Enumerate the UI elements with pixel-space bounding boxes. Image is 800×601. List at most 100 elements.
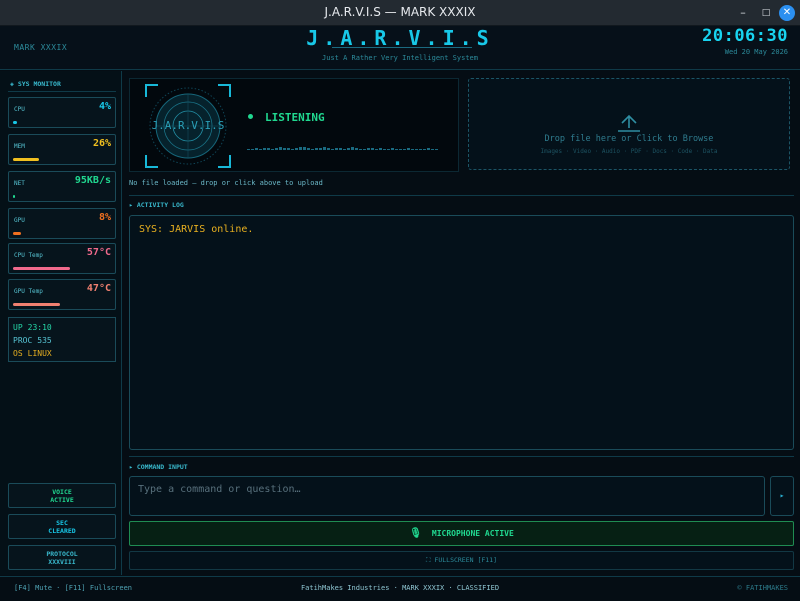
- button-line: ACTIVE: [50, 496, 74, 504]
- waveform-bar: [331, 149, 334, 150]
- metric-bar: [13, 195, 15, 198]
- waveform-bar: [327, 148, 330, 150]
- waveform-bar: [379, 148, 382, 150]
- metric-bar: [13, 267, 70, 270]
- send-button[interactable]: ▸: [770, 476, 794, 516]
- metric-label: MEM: [14, 143, 25, 150]
- activity-log-heading: ▸ ACTIVITY LOG: [129, 201, 184, 209]
- waveform-bar: [435, 149, 438, 150]
- waveform-bar: [287, 148, 290, 150]
- waveform-bar: [263, 148, 266, 150]
- waveform-bar: [259, 149, 262, 150]
- metric-bar: [13, 303, 60, 306]
- waveform-bar: [427, 148, 430, 150]
- listening-status: LISTENING: [248, 111, 325, 124]
- metric-value: 8%: [98, 212, 111, 223]
- waveform-bar: [283, 148, 286, 150]
- button-line: VOICE: [52, 488, 72, 496]
- app-header: MARK XXXIX J.A.R.V.I.S Just A Rather Ver…: [0, 26, 800, 70]
- footer: [F4] Mute · [F11] Fullscreen FatihMakes …: [0, 576, 800, 601]
- command-input-heading: ▸ COMMAND INPUT: [129, 463, 188, 471]
- waveform-bar: [275, 148, 278, 150]
- title-underline: [332, 47, 472, 48]
- waveform-bar: [303, 147, 306, 150]
- metric-label: GPU Temp: [14, 288, 43, 295]
- fullscreen-button[interactable]: ⛶ FULLSCREEN [F11]: [129, 551, 794, 570]
- metric-value: 26%: [92, 138, 111, 149]
- microphone-label: MICROPHONE ACTIVE: [431, 529, 514, 538]
- waveform-bar: [367, 148, 370, 150]
- button-line: CLEARED: [48, 527, 76, 535]
- activity-log[interactable]: SYS: JARVIS online.: [129, 215, 794, 450]
- proc-label: PROC: [13, 336, 33, 345]
- voice-active-button[interactable]: VOICE ACTIVE: [8, 483, 116, 508]
- upload-icon: [618, 114, 640, 132]
- protocol-button[interactable]: PROTOCOL XXXVIII: [8, 545, 116, 570]
- divider: [129, 195, 794, 196]
- os-value: LINUX: [27, 349, 52, 358]
- file-dropzone[interactable]: Drop file here or Click to Browse Images…: [468, 78, 790, 170]
- waveform-bar: [279, 147, 282, 150]
- microphone-icon: 🎙: [409, 528, 422, 539]
- sec-cleared-button[interactable]: SEC CLEARED: [8, 514, 116, 539]
- waveform-bar: [255, 148, 258, 150]
- metric-value: 57°C: [86, 247, 111, 258]
- button-line: SEC: [56, 519, 68, 527]
- status-text: LISTENING: [265, 111, 325, 124]
- window-titlebar: J.A.R.V.I.S — MARK XXXIX – □ ✕: [0, 0, 800, 26]
- waveform-bar: [271, 149, 274, 150]
- metric-label: NET: [14, 180, 25, 187]
- waveform-bar: [251, 149, 254, 150]
- arc-reactor-icon: J.A.R.V.I.S: [145, 84, 231, 168]
- waveform-bar: [247, 149, 250, 150]
- divider: [8, 91, 116, 92]
- metric-card-mem: MEM 26%: [8, 134, 116, 165]
- metric-label: CPU Temp: [14, 252, 43, 259]
- button-line: XXXVIII: [48, 558, 76, 566]
- footer-copyright: © FATIHMAKES: [737, 584, 788, 592]
- dropzone-text: Drop file here or Click to Browse: [544, 134, 714, 144]
- waveform-bar: [359, 149, 362, 150]
- footer-company: FatihMakes Industries · MARK XXXIX · CLA…: [300, 584, 500, 592]
- waveform-bar: [307, 148, 310, 150]
- metric-bar: [13, 121, 17, 124]
- waveform-bar: [339, 148, 342, 150]
- close-button[interactable]: ✕: [779, 5, 795, 21]
- waveform-bar: [415, 149, 418, 150]
- os-label: OS: [13, 349, 23, 358]
- maximize-button[interactable]: □: [758, 5, 774, 21]
- command-input[interactable]: [129, 476, 765, 516]
- waveform-bar: [387, 149, 390, 150]
- waveform-bar: [299, 147, 302, 150]
- log-entry: SYS: JARVIS online.: [139, 224, 254, 235]
- metric-card-net: NET 95KB/s: [8, 171, 116, 202]
- waveform-bar: [335, 148, 338, 150]
- metric-bar: [13, 158, 39, 161]
- sys-monitor-heading: ◈ SYS MONITOR: [10, 80, 61, 88]
- metric-card-cpu: CPU 4%: [8, 97, 116, 128]
- waveform-bar: [291, 149, 294, 150]
- microphone-button[interactable]: 🎙 MICROPHONE ACTIVE: [129, 521, 794, 546]
- metric-value: 47°C: [86, 283, 111, 294]
- divider: [129, 456, 794, 457]
- waveform-bar: [311, 149, 314, 150]
- sidebar: ◈ SYS MONITOR CPU 4% MEM 26% NET 95KB/s …: [0, 71, 122, 575]
- waveform-bar: [419, 149, 422, 150]
- metric-value: 4%: [98, 101, 111, 112]
- waveform-bar: [383, 149, 386, 150]
- status-dot-icon: [248, 114, 253, 119]
- waveform-bar: [355, 148, 358, 150]
- reactor-label: J.A.R.V.I.S: [152, 119, 225, 132]
- waveform-bar: [323, 147, 326, 150]
- waveform-bar: [431, 149, 434, 150]
- metric-card-cpu-temp: CPU Temp 57°C: [8, 243, 116, 274]
- waveform-bar: [267, 148, 270, 150]
- clock-time: 20:06:30: [702, 26, 788, 46]
- waveform-bar: [343, 149, 346, 150]
- dropzone-types: Images · Video · Audio · PDF · Docs · Co…: [540, 148, 718, 155]
- metric-bar: [13, 232, 21, 235]
- app-subtitle: Just A Rather Very Intelligent System: [322, 54, 478, 62]
- metric-card-gpu: GPU 8%: [8, 208, 116, 239]
- minimize-button[interactable]: –: [735, 5, 751, 21]
- metric-label: CPU: [14, 106, 25, 113]
